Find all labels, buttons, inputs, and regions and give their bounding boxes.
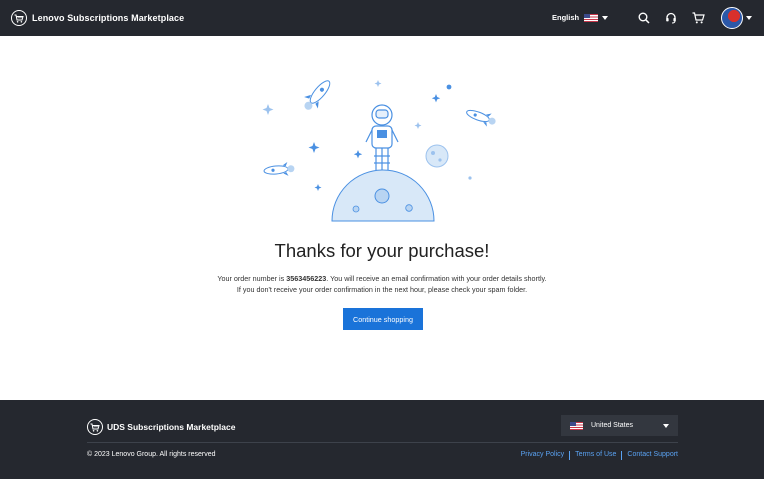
terms-of-use-link[interactable]: Terms of Use <box>575 451 616 460</box>
copyright-text: © 2023 Lenovo Group. All rights reserved <box>87 451 216 458</box>
order-confirmation-text: Your order number is 3563456223. You wil… <box>0 273 764 295</box>
chevron-down-icon <box>602 15 609 20</box>
us-flag-icon <box>570 421 583 430</box>
chevron-down-icon <box>663 424 669 428</box>
language-label: English <box>552 13 580 22</box>
footer: UDS Subscriptions Marketplace United Sta… <box>0 400 764 479</box>
footer-brand[interactable]: UDS Subscriptions Marketplace <box>87 419 235 435</box>
us-flag-icon <box>584 13 599 22</box>
country-label: United States <box>591 422 634 429</box>
country-selector[interactable]: United States <box>561 415 678 436</box>
cart-icon[interactable] <box>690 10 706 26</box>
headset-icon[interactable] <box>663 10 679 26</box>
chevron-down-icon[interactable] <box>746 16 752 20</box>
link-separator <box>621 451 623 460</box>
spam-notice: If you don't receive your order confirma… <box>236 285 528 294</box>
footer-divider <box>87 442 678 443</box>
privacy-policy-link[interactable]: Privacy Policy <box>521 451 565 460</box>
cart-logo-icon <box>11 10 27 26</box>
top-header: Lenovo Subscriptions Marketplace English <box>0 0 764 36</box>
cart-logo-icon <box>87 419 103 435</box>
contact-support-link[interactable]: Contact Support <box>627 451 678 460</box>
order-prefix: Your order number is <box>217 274 285 283</box>
avatar[interactable] <box>721 7 743 29</box>
footer-brand-title: UDS Subscriptions Marketplace <box>107 422 236 432</box>
page-title: Thanks for your purchase! <box>274 240 490 261</box>
language-selector[interactable]: English <box>552 13 609 22</box>
footer-links: Privacy Policy Terms of Use Contact Supp… <box>521 451 678 460</box>
brand-link[interactable]: Lenovo Subscriptions Marketplace <box>11 10 184 26</box>
link-separator <box>569 451 571 460</box>
brand-title: Lenovo Subscriptions Marketplace <box>32 13 185 23</box>
continue-shopping-button[interactable]: Continue shopping <box>343 308 423 330</box>
astronaut-illustration <box>262 80 496 222</box>
order-suffix: . You will receive an email confirmation… <box>326 274 547 283</box>
order-number: 3563456223 <box>286 274 327 283</box>
search-icon[interactable] <box>636 10 652 26</box>
